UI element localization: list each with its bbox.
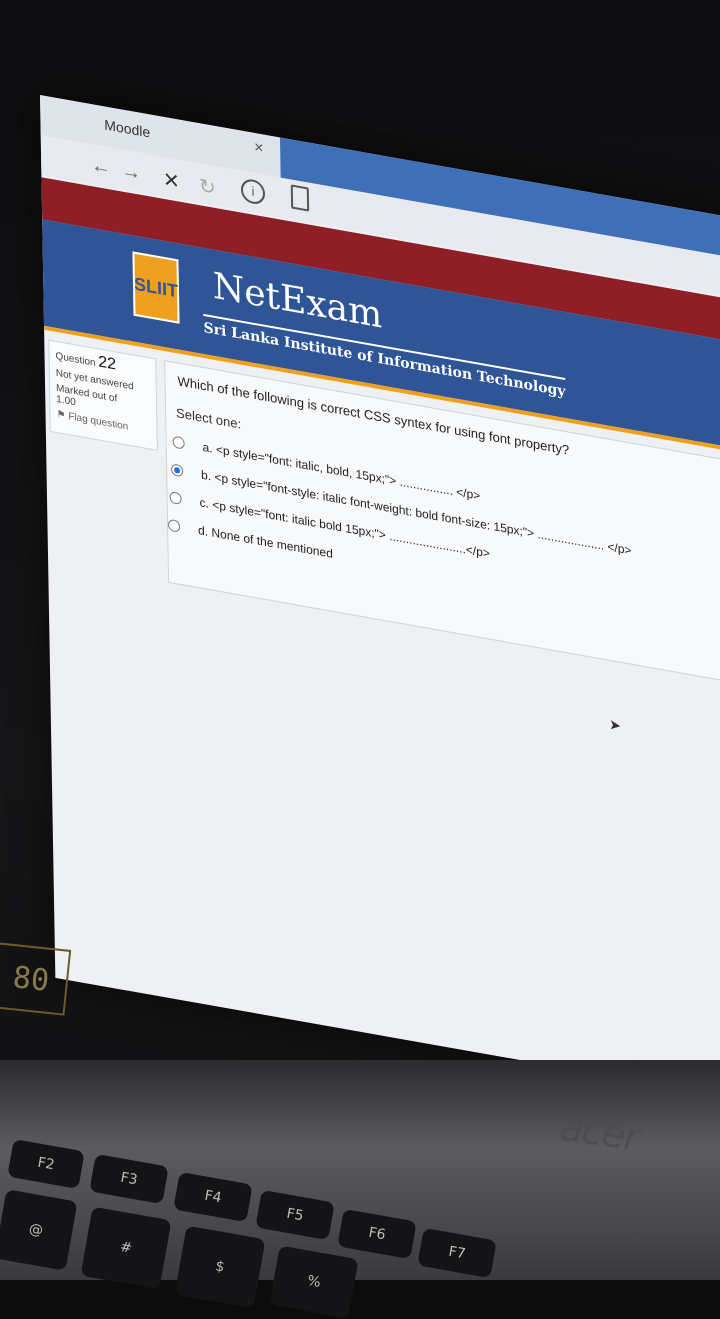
question-number: 22 bbox=[98, 353, 117, 374]
key-at[interactable]: @ bbox=[0, 1189, 78, 1271]
back-arrow-icon[interactable]: ← bbox=[91, 154, 111, 181]
sliit-logo: SLIIT bbox=[132, 251, 180, 324]
option-b-radio[interactable] bbox=[171, 463, 184, 478]
page-icon[interactable] bbox=[290, 184, 310, 212]
option-a-radio[interactable] bbox=[172, 435, 185, 450]
stop-icon[interactable]: ✕ bbox=[163, 167, 180, 195]
key-hash[interactable]: # bbox=[80, 1206, 172, 1290]
option-c-radio[interactable] bbox=[169, 490, 182, 506]
tab-title: Moodle bbox=[104, 116, 151, 141]
flag-icon: ⚑ bbox=[56, 408, 66, 422]
mouse-cursor-icon: ➤ bbox=[608, 715, 622, 734]
marks-value: 1.00 bbox=[56, 393, 76, 409]
option-d-radio[interactable] bbox=[167, 518, 181, 533]
key-dollar[interactable]: $ bbox=[174, 1225, 266, 1309]
select-one-label: Select one: bbox=[175, 405, 242, 432]
reload-icon[interactable]: ↻ bbox=[199, 173, 216, 201]
key-percent[interactable]: % bbox=[269, 1245, 359, 1319]
laptop-screen: Moodle × ← → ✕ ↻ i SLIIT NetExam Sri Lan… bbox=[40, 95, 720, 1113]
question-label: Question bbox=[55, 350, 96, 369]
question-info: Question 22 Not yet answered Marked out … bbox=[48, 339, 158, 451]
forward-arrow-icon[interactable]: → bbox=[121, 159, 141, 186]
laptop-sticker: 80 bbox=[0, 942, 72, 1016]
tab-close-icon[interactable]: × bbox=[254, 139, 264, 159]
